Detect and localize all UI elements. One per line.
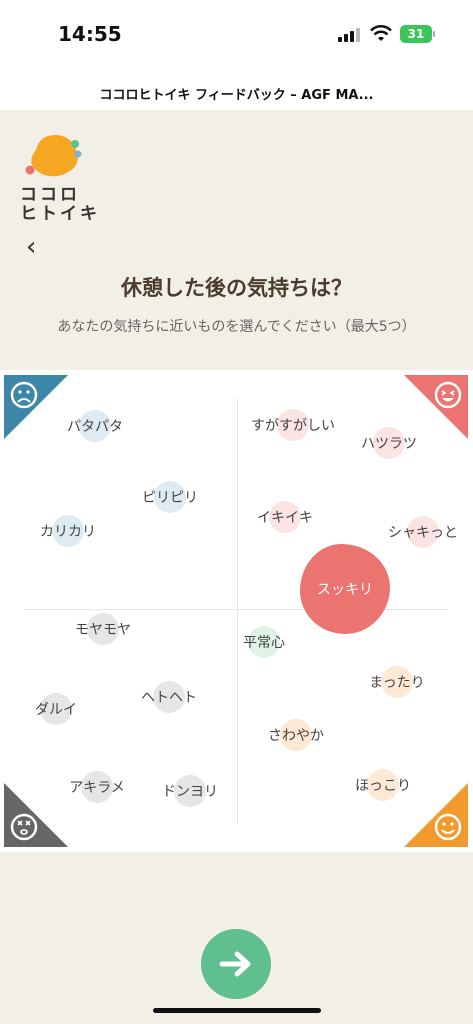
battery-tip bbox=[433, 31, 435, 37]
mood-label: モヤモヤ bbox=[75, 622, 131, 638]
tired-face-corner-icon bbox=[4, 783, 68, 847]
mood-sukkiri-selected[interactable]: スッキリ bbox=[300, 544, 390, 634]
mood-label: さわやか bbox=[268, 728, 324, 744]
mood-label: ピリピリ bbox=[142, 490, 198, 506]
mood-heijoushin[interactable]: 平常心 bbox=[243, 626, 285, 658]
mood-label: スッキリ bbox=[317, 582, 373, 598]
battery-icon: 31 bbox=[400, 25, 432, 43]
laughing-face-corner-icon bbox=[404, 375, 468, 439]
mood-label: パタパタ bbox=[67, 419, 123, 435]
mood-label: カリカリ bbox=[40, 524, 96, 540]
wifi-icon bbox=[370, 25, 392, 41]
page-title: ココロヒトイキ フィードバック – AGF MA... bbox=[99, 88, 374, 103]
logo-line-1: ココロ bbox=[20, 185, 80, 205]
mood-label: シャキっと bbox=[388, 525, 458, 541]
mood-shakitto[interactable]: シャキっと bbox=[388, 516, 458, 548]
next-button[interactable] bbox=[201, 929, 271, 999]
mood-label: まったり bbox=[369, 675, 425, 691]
mood-sugasugashii[interactable]: すがすがしい bbox=[251, 409, 335, 441]
mood-label: 平常心 bbox=[243, 635, 285, 651]
mood-label: ヘトヘト bbox=[141, 690, 197, 706]
mood-mattari[interactable]: まったり bbox=[369, 666, 425, 698]
back-button[interactable]: ‹ bbox=[26, 232, 36, 262]
logo-text: ココロ ヒトイキ bbox=[20, 186, 100, 224]
status-bar: 14:55 31 bbox=[0, 0, 473, 62]
mood-sawayaka[interactable]: さわやか bbox=[268, 719, 324, 751]
mood-label: ほっこり bbox=[355, 778, 411, 794]
mood-panel: パタパタ ピリピリ カリカリ モヤモヤ ダルイ ヘトヘト アキラメ ドンヨリ す… bbox=[0, 370, 473, 852]
mood-label: イキイキ bbox=[257, 510, 313, 526]
sad-face-corner-icon bbox=[4, 375, 68, 439]
mood-haturatu[interactable]: ハツラツ bbox=[361, 427, 417, 459]
home-indicator bbox=[153, 1008, 321, 1013]
battery-level: 31 bbox=[407, 27, 425, 41]
question-subtitle: あなたの気持ちに近いものを選んでください（最大5つ） bbox=[57, 319, 416, 335]
mood-label: アキラメ bbox=[69, 780, 125, 796]
mood-moyamoya[interactable]: モヤモヤ bbox=[75, 613, 131, 645]
question-heading: 休憩した後の気持ちは？ bbox=[121, 276, 352, 300]
mood-donyori[interactable]: ドンヨリ bbox=[162, 775, 218, 807]
mood-darui[interactable]: ダルイ bbox=[35, 693, 77, 725]
mood-akirame[interactable]: アキラメ bbox=[69, 771, 125, 803]
mood-piripiri[interactable]: ピリピリ bbox=[142, 481, 198, 513]
status-time: 14:55 bbox=[58, 22, 122, 46]
mood-hokkori[interactable]: ほっこり bbox=[355, 769, 411, 801]
mood-ikiiki[interactable]: イキイキ bbox=[257, 501, 313, 533]
mood-karikari[interactable]: カリカリ bbox=[40, 515, 96, 547]
browser-title-bar: ココロヒトイキ フィードバック – AGF MA... bbox=[0, 62, 473, 110]
mood-label: すがすがしい bbox=[251, 418, 335, 434]
smile-face-corner-icon bbox=[404, 783, 468, 847]
logo-line-2: ヒトイキ bbox=[20, 204, 100, 224]
mood-label: ドンヨリ bbox=[162, 784, 218, 800]
vertical-axis bbox=[237, 398, 238, 824]
arrow-right-icon bbox=[219, 951, 251, 977]
mood-label: ダルイ bbox=[35, 702, 77, 718]
mood-label: ハツラツ bbox=[361, 436, 417, 452]
mood-patapata[interactable]: パタパタ bbox=[67, 410, 123, 442]
signal-icon bbox=[338, 28, 362, 42]
mood-hetoheto[interactable]: ヘトヘト bbox=[141, 681, 197, 713]
